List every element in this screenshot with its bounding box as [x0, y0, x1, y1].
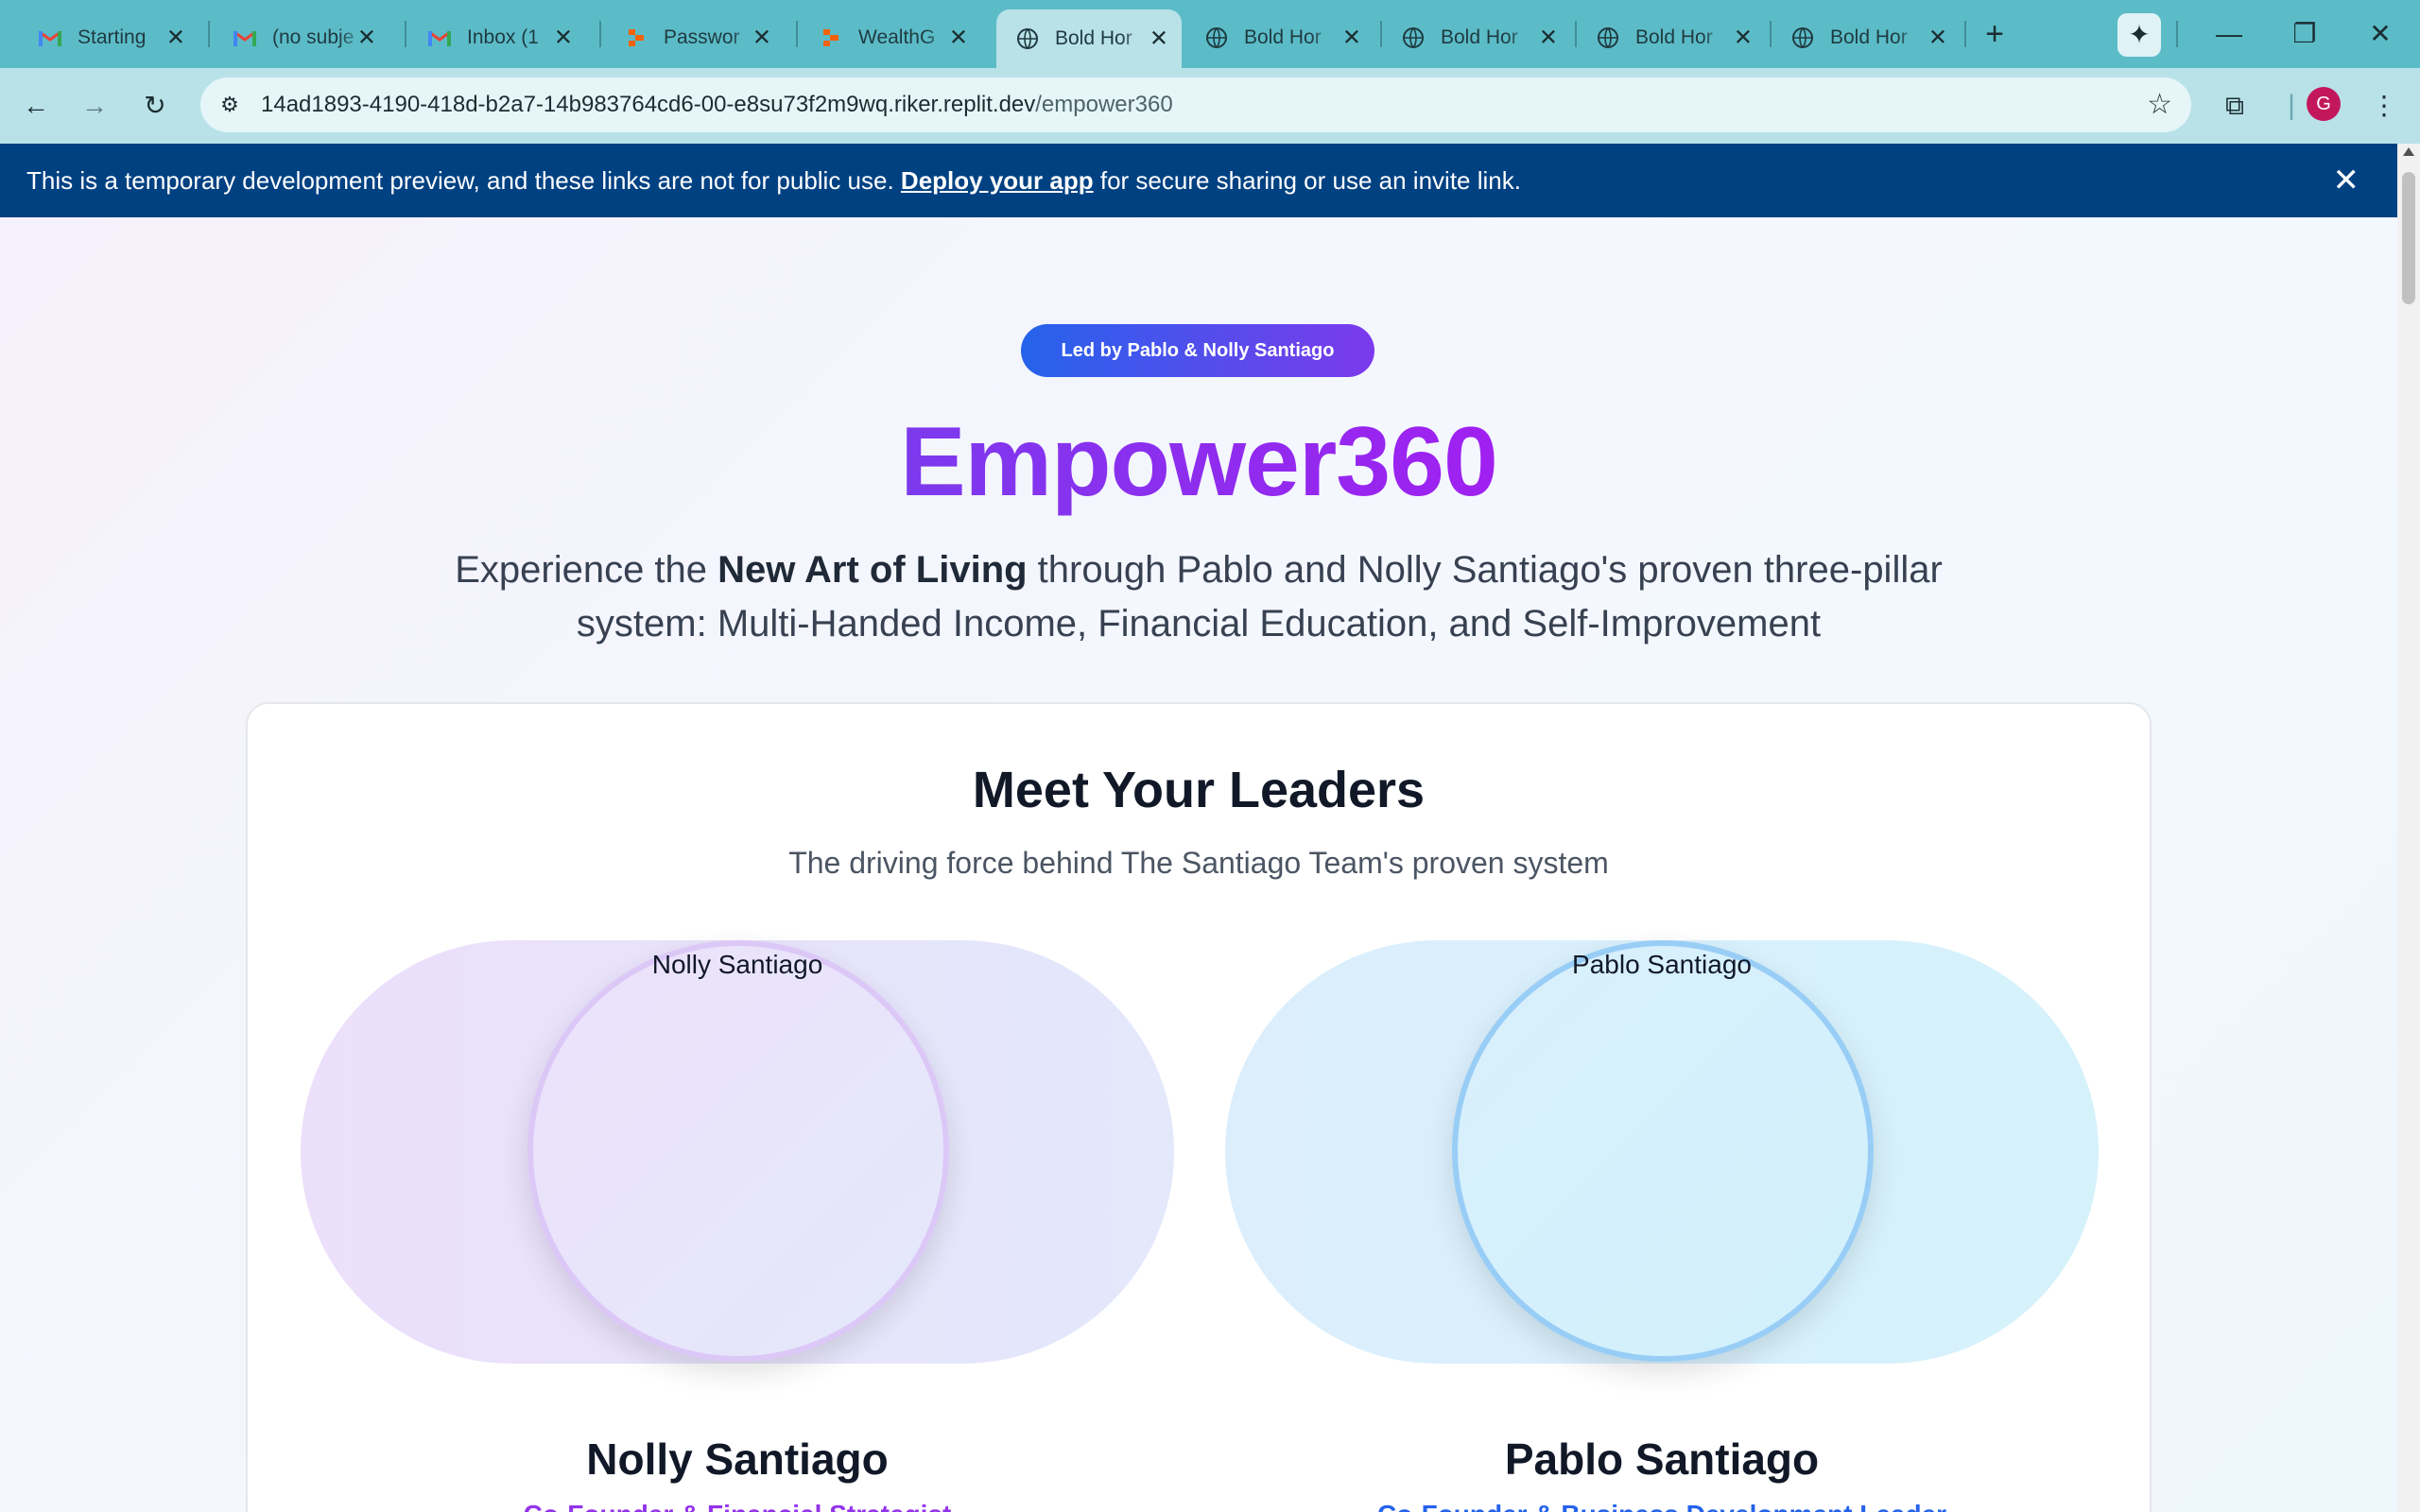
close-icon[interactable]: ✕: [1150, 26, 1168, 53]
tab-title: (no subje: [272, 26, 354, 48]
globe-icon: [1596, 26, 1620, 50]
gmail-icon: [427, 26, 452, 50]
address-bar[interactable]: ⚙ 14ad1893-4190-418d-b2a7-14b983764cd6-0…: [200, 77, 2191, 132]
leader-name: Nolly Santiago: [586, 1435, 889, 1484]
url-text[interactable]: 14ad1893-4190-418d-b2a7-14b983764cd6-00-…: [261, 77, 1173, 132]
leader-photo: [527, 940, 949, 1362]
tab-replit-1[interactable]: Passwor ✕: [605, 11, 785, 64]
close-icon[interactable]: ✕: [1928, 25, 1947, 52]
scrollbar-thumb[interactable]: [2402, 172, 2415, 304]
tab-separator: [405, 21, 406, 47]
hero-sub-before: Experience the: [455, 549, 718, 591]
forward-icon[interactable]: →: [76, 87, 113, 125]
globe-icon: [1204, 26, 1229, 50]
page-scrollbar[interactable]: [2397, 144, 2420, 1512]
photo-alt-text: Pablo Santiago: [1572, 950, 1752, 979]
globe-icon: [1790, 26, 1815, 50]
leader-role: Co-Founder & Business Development Leader: [1225, 1500, 2099, 1512]
gmail-icon: [233, 26, 257, 50]
tab-title: Bold Hor: [1244, 26, 1322, 48]
banner-text-before: This is a temporary development preview,…: [26, 166, 901, 195]
scroll-up-arrow-icon[interactable]: [2403, 147, 2414, 156]
tab-title: WealthG: [858, 26, 936, 48]
tab-bold-5[interactable]: Bold Hor ✕: [1772, 11, 1961, 64]
tab-gmail-3[interactable]: Inbox (1 ✕: [408, 11, 586, 64]
close-icon[interactable]: ✕: [357, 25, 376, 52]
restore-icon[interactable]: ❐: [2282, 13, 2327, 55]
globe-icon: [1015, 26, 1040, 51]
close-icon[interactable]: ✕: [166, 25, 185, 52]
close-icon[interactable]: ✕: [554, 25, 573, 52]
tab-bold-3[interactable]: Bold Hor ✕: [1382, 11, 1571, 64]
tab-separator: [796, 21, 798, 47]
close-icon[interactable]: ✕: [949, 25, 968, 52]
tab-bold-4[interactable]: Bold Hor ✕: [1577, 11, 1766, 64]
section-subtitle: The driving force behind The Santiago Te…: [788, 846, 1609, 880]
tab-separator: [599, 21, 601, 47]
bookmark-star-icon[interactable]: ☆: [2147, 89, 2172, 121]
tab-separator: [2176, 21, 2178, 47]
close-icon[interactable]: ✕: [752, 25, 771, 52]
tab-title: Bold Hor: [1635, 26, 1713, 48]
tab-title: Starting: [78, 26, 147, 48]
tab-strip: Starting ✕ (no subje ✕ Inbox (1 ✕ Passwo…: [0, 0, 2420, 68]
replit-icon: [624, 26, 648, 50]
url-path: /empower360: [1035, 92, 1173, 117]
tab-title: Bold Hor: [1830, 26, 1908, 48]
window-close-icon[interactable]: ✕: [2358, 13, 2403, 55]
tab-title: Bold Hor: [1441, 26, 1518, 48]
close-banner-icon[interactable]: ✕: [2333, 144, 2360, 217]
gemini-sparkle-icon[interactable]: ✦: [2118, 13, 2161, 57]
hero-title: Empower360: [0, 406, 2397, 519]
close-icon[interactable]: ✕: [1539, 25, 1558, 52]
browser-toolbar: ← → ↻ ⚙ 14ad1893-4190-418d-b2a7-14b98376…: [0, 68, 2420, 144]
tab-title: Passwor: [664, 26, 740, 48]
new-tab-button[interactable]: +: [1976, 15, 2014, 53]
more-menu-icon[interactable]: ⋮: [2365, 87, 2403, 125]
leaders-badge: Led by Pablo & Nolly Santiago: [1021, 324, 1374, 377]
leader-name: Pablo Santiago: [1504, 1435, 1820, 1484]
profile-avatar[interactable]: G: [2307, 87, 2341, 121]
minimize-icon[interactable]: —: [2206, 13, 2252, 55]
leader-role: Co-Founder & Financial Strategist: [301, 1500, 1174, 1512]
close-icon[interactable]: ✕: [1342, 25, 1361, 52]
gmail-icon: [38, 26, 62, 50]
globe-icon: [1401, 26, 1426, 50]
photo-alt-text: Nolly Santiago: [651, 950, 823, 979]
leader-photo: [1452, 940, 1874, 1362]
tab-separator: [208, 21, 210, 47]
hero-title-text: Empower360: [900, 407, 1498, 517]
hero-subtitle: Experience the New Art of Living through…: [444, 543, 1953, 651]
tab-title: Bold Hor: [1055, 27, 1132, 49]
tab-bold-2[interactable]: Bold Hor ✕: [1185, 11, 1374, 64]
tab-separator: [1964, 21, 1966, 47]
leaders-card: Meet Your Leaders The driving force behi…: [246, 702, 2152, 1512]
dev-preview-banner: This is a temporary development preview,…: [0, 144, 2397, 217]
site-info-icon[interactable]: ⚙: [212, 87, 248, 123]
section-title: Meet Your Leaders: [972, 762, 1426, 818]
toolbar-divider: |: [2288, 90, 2295, 121]
tab-replit-2[interactable]: WealthG ✕: [800, 11, 981, 64]
search-tabs-icon[interactable]: ⧉: [2216, 87, 2254, 125]
deploy-app-link[interactable]: Deploy your app: [901, 166, 1094, 195]
back-icon[interactable]: ←: [17, 87, 55, 125]
close-icon[interactable]: ✕: [1734, 25, 1753, 52]
tab-title: Inbox (1: [467, 26, 539, 48]
hero-sub-bold: New Art of Living: [717, 549, 1028, 591]
page-content: Led by Pablo & Nolly Santiago Empower360…: [0, 217, 2397, 1512]
url-host: 14ad1893-4190-418d-b2a7-14b983764cd6-00-…: [261, 92, 1036, 117]
tab-bold-active[interactable]: Bold Hor ✕: [996, 9, 1182, 68]
banner-text-after: for secure sharing or use an invite link…: [1093, 166, 1521, 195]
reload-icon[interactable]: ↻: [136, 87, 174, 125]
replit-icon: [819, 26, 843, 50]
tab-gmail-1[interactable]: Starting ✕: [19, 11, 199, 64]
tab-gmail-2[interactable]: (no subje ✕: [214, 11, 389, 64]
